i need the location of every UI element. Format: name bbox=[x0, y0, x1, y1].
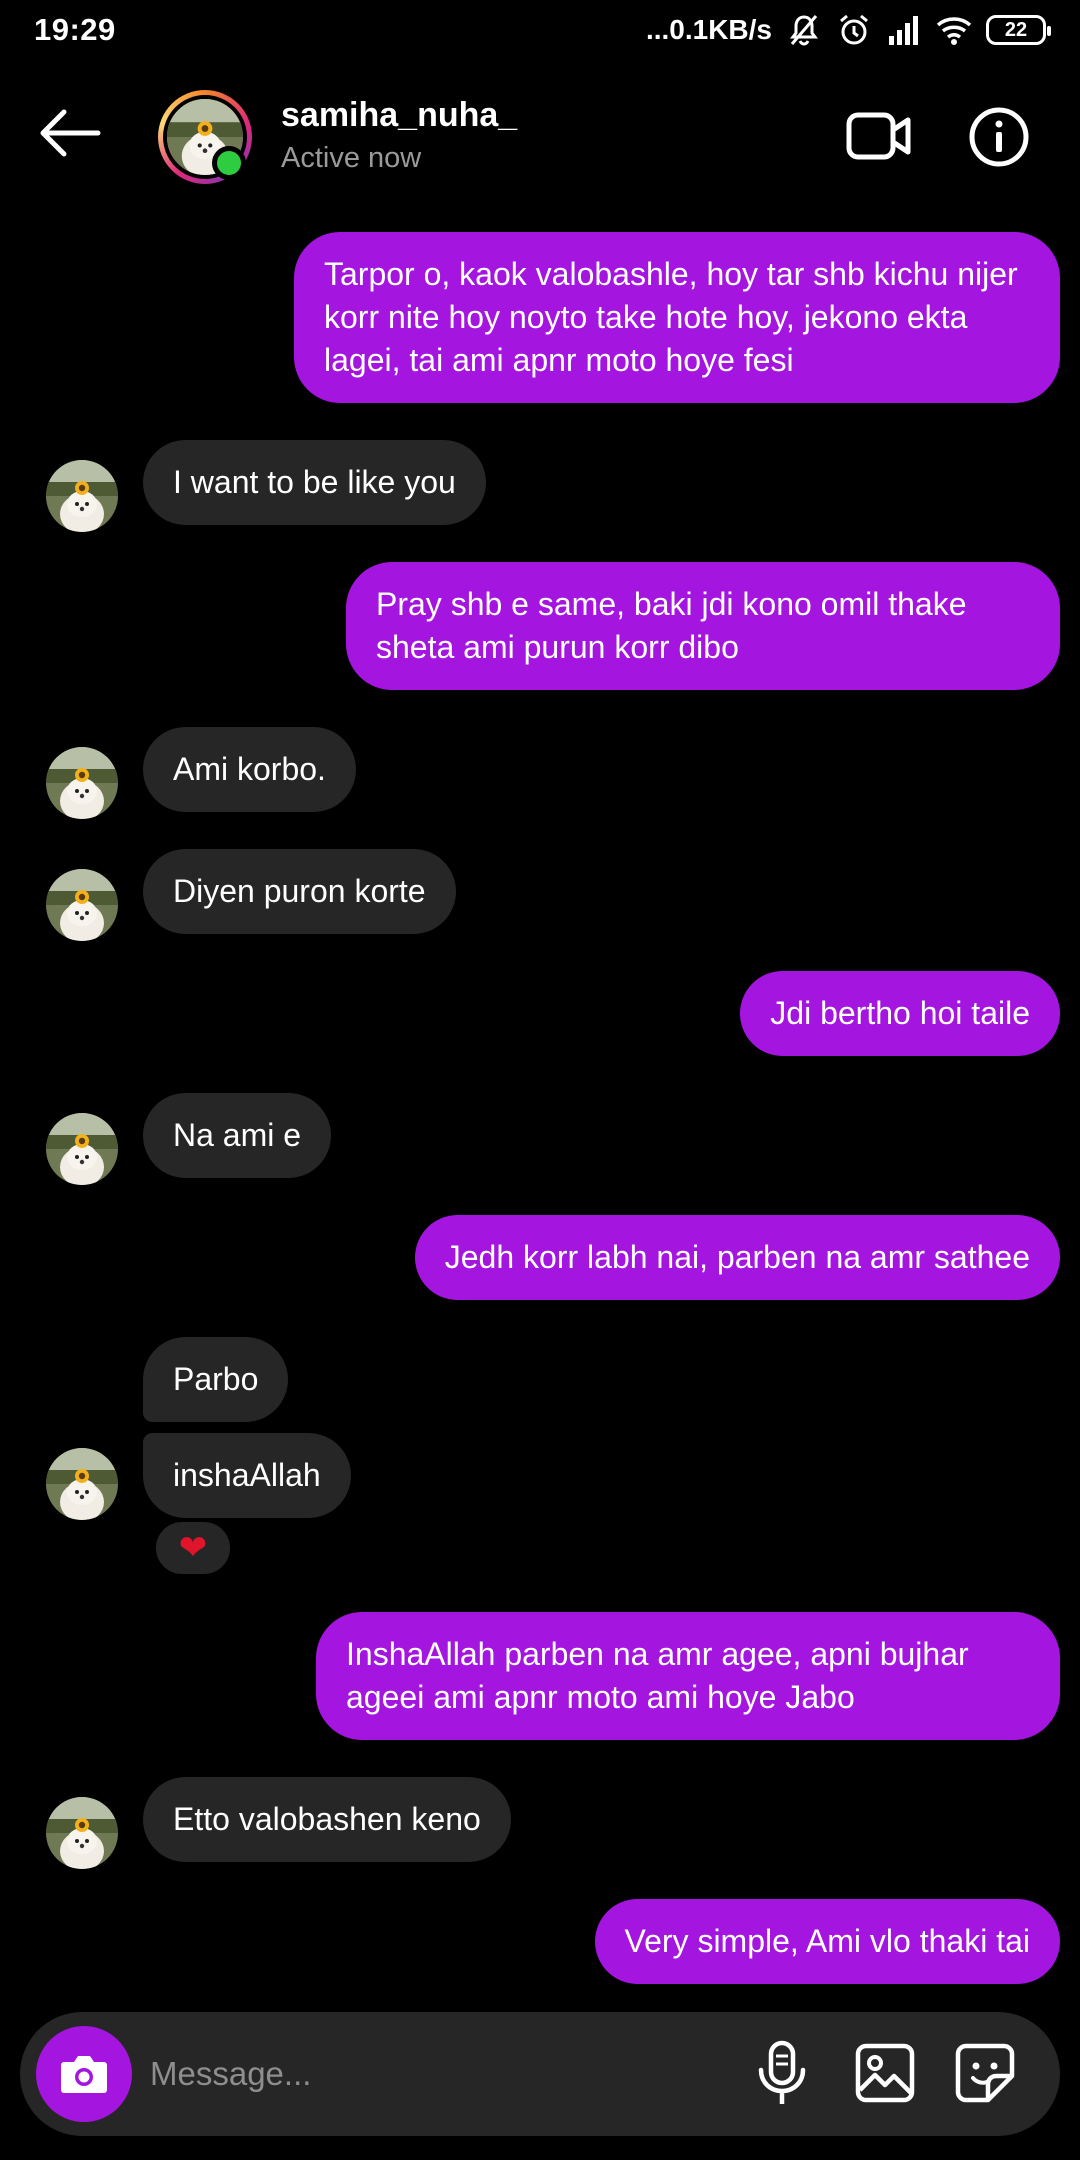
sent-message[interactable]: Very simple, Ami vlo thaki tai bbox=[594, 1899, 1060, 1984]
received-message[interactable]: Etto valobashen keno bbox=[143, 1777, 511, 1862]
camera-icon bbox=[61, 2056, 107, 2093]
camera-button[interactable] bbox=[36, 2026, 132, 2122]
status-time: 19:29 bbox=[34, 12, 116, 47]
status-icons: ...0.1KB/s 22 bbox=[645, 12, 1051, 48]
back-arrow-icon[interactable] bbox=[38, 108, 102, 158]
video-call-icon[interactable] bbox=[846, 108, 912, 164]
battery-icon: 22 bbox=[986, 15, 1051, 45]
alarm-icon bbox=[840, 14, 868, 45]
online-indicator bbox=[212, 146, 246, 180]
sender-avatar[interactable] bbox=[46, 460, 118, 532]
sender-avatar[interactable] bbox=[46, 1448, 118, 1520]
heart-reaction-icon[interactable]: ❤ bbox=[152, 1518, 234, 1578]
battery-level: 22 bbox=[1004, 18, 1028, 41]
chat-username[interactable]: samiha_nuha_ bbox=[281, 96, 517, 135]
gallery-icon[interactable] bbox=[854, 2042, 916, 2104]
message-input[interactable] bbox=[150, 2042, 730, 2106]
sent-message[interactable]: Jdi bertho hoi taile bbox=[740, 971, 1060, 1056]
sender-avatar[interactable] bbox=[46, 1113, 118, 1185]
sender-avatar[interactable] bbox=[46, 747, 118, 819]
received-message[interactable]: inshaAllah bbox=[143, 1433, 351, 1518]
sent-message[interactable]: Pray shb e same, baki jdi kono omil thak… bbox=[346, 562, 1060, 690]
microphone-icon[interactable] bbox=[755, 2040, 809, 2108]
wifi-icon bbox=[936, 17, 972, 45]
received-message[interactable]: Ami korbo. bbox=[143, 727, 356, 812]
sent-message[interactable]: InshaAllah parben na amr agee, apni bujh… bbox=[316, 1612, 1060, 1740]
received-message[interactable]: I want to be like you bbox=[143, 440, 486, 525]
sent-message[interactable]: Jedh korr labh nai, parben na amr sathee bbox=[414, 1215, 1060, 1300]
active-status: Active now bbox=[281, 142, 422, 174]
received-message[interactable]: Diyen puron korte bbox=[143, 849, 456, 934]
sticker-icon[interactable] bbox=[954, 2042, 1016, 2104]
chat-header: samiha_nuha_ Active now bbox=[0, 62, 1080, 212]
sender-avatar[interactable] bbox=[46, 869, 118, 941]
muted-bell-icon bbox=[790, 15, 818, 46]
message-composer bbox=[20, 2012, 1060, 2136]
sender-avatar[interactable] bbox=[46, 1797, 118, 1869]
status-bar: 19:29 ...0.1KB/s 22 bbox=[0, 0, 1080, 62]
received-message[interactable]: Na ami e bbox=[143, 1093, 332, 1178]
sent-message[interactable]: Tarpor o, kaok valobashle, hoy tar shb k… bbox=[294, 232, 1060, 403]
signal-icon bbox=[889, 16, 918, 45]
info-icon[interactable] bbox=[968, 106, 1030, 168]
received-message[interactable]: Parbo bbox=[143, 1337, 289, 1422]
network-speed: ...0.1KB/s bbox=[645, 14, 772, 45]
